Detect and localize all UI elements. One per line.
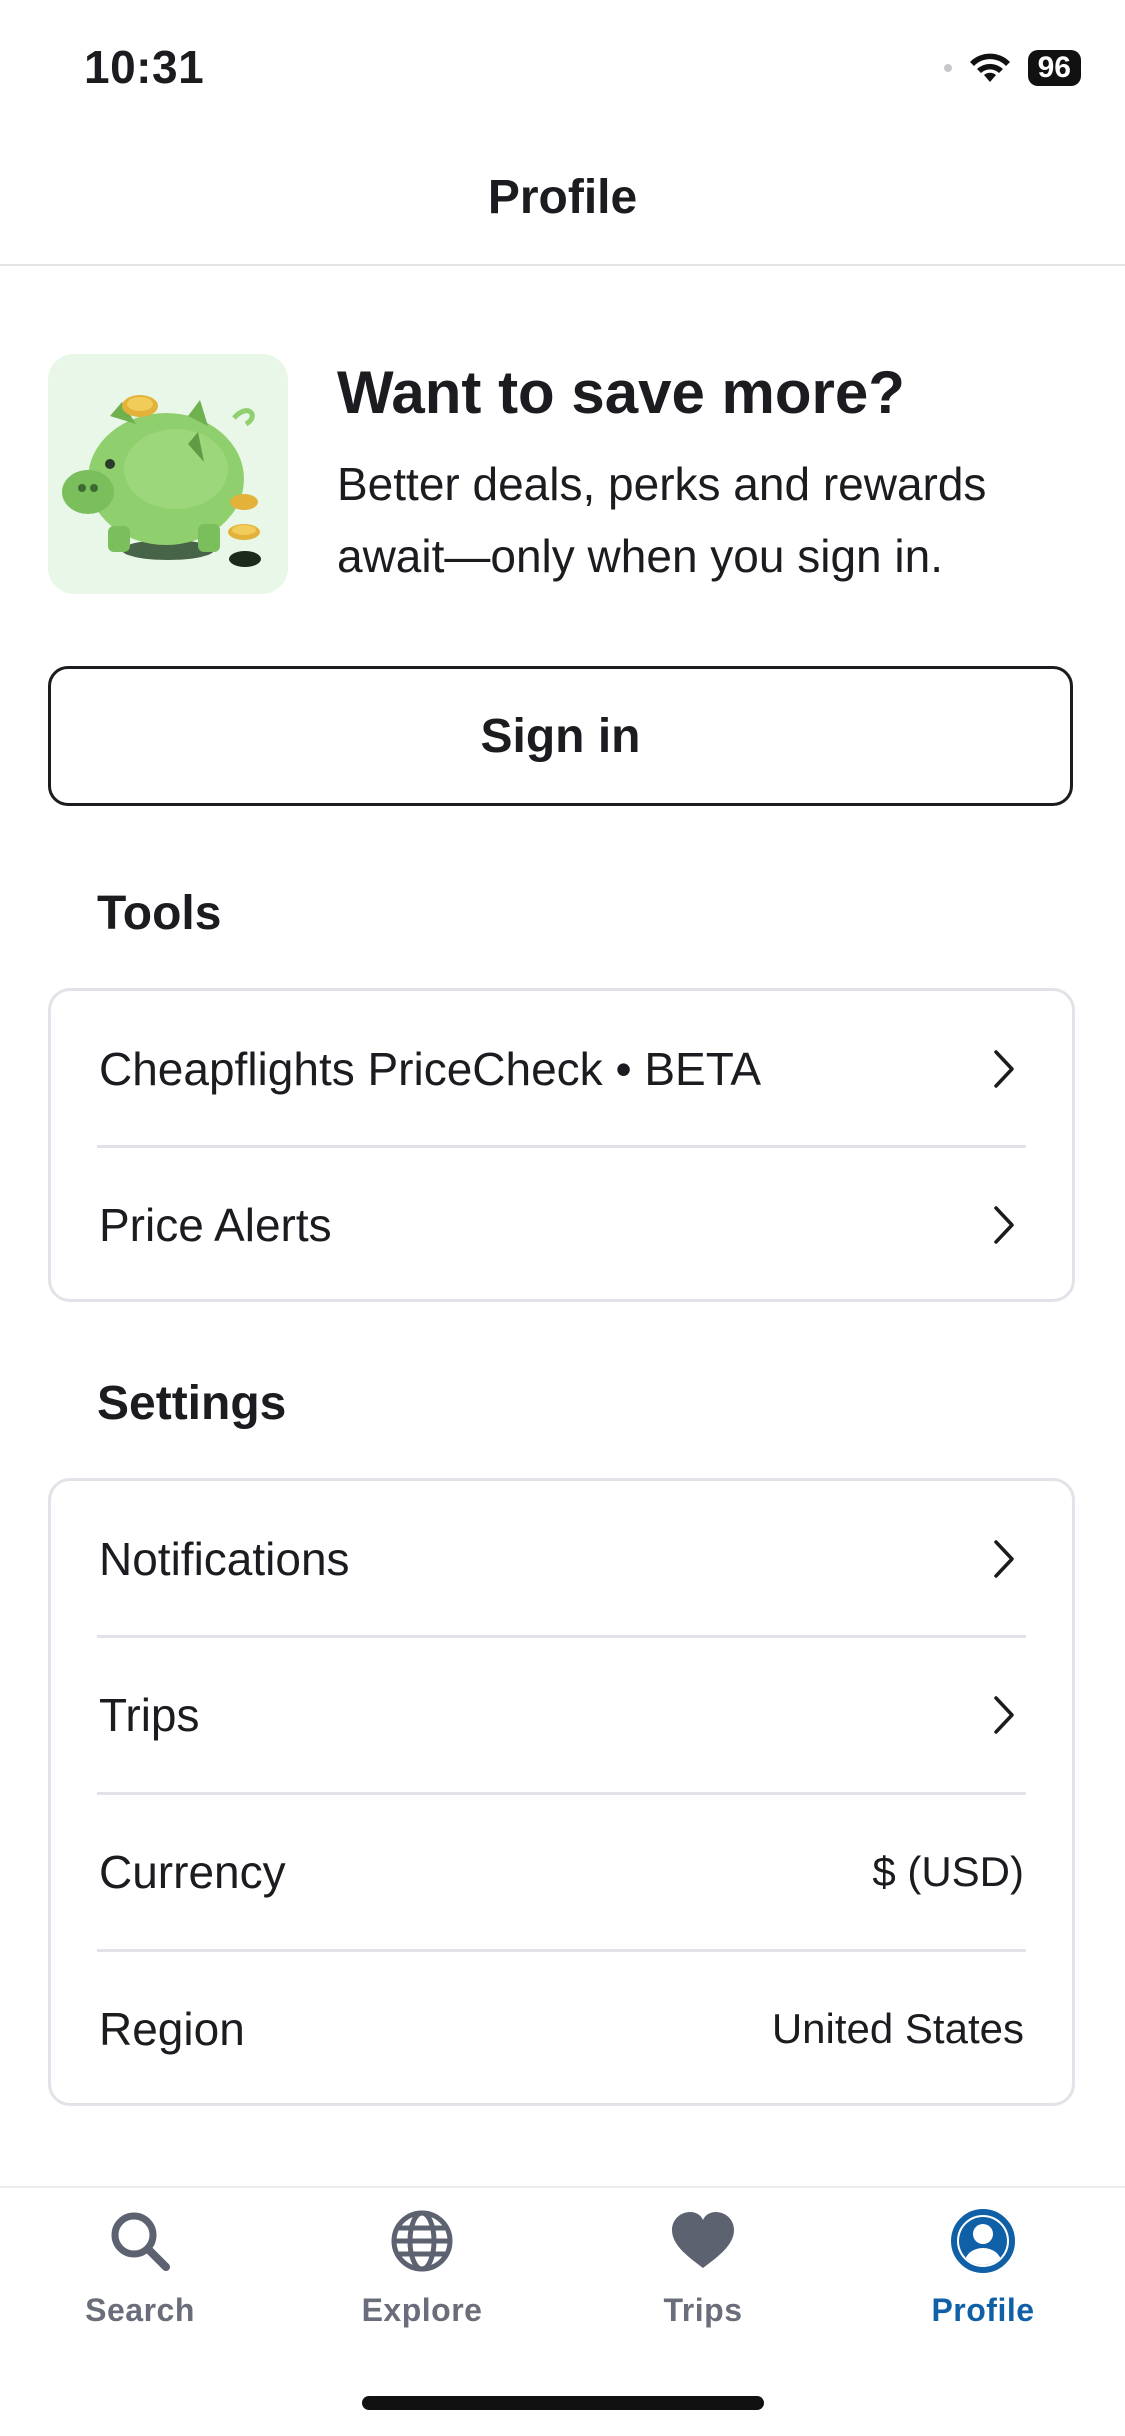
tools-card: Cheapflights PriceCheck • BETA Price Ale… bbox=[48, 988, 1075, 1302]
profile-icon bbox=[951, 2209, 1015, 2273]
settings-item-label: Region bbox=[99, 2003, 245, 2055]
tools-section-title: Tools bbox=[97, 887, 222, 940]
home-indicator bbox=[362, 2396, 764, 2410]
piggy-bank-illustration bbox=[48, 354, 288, 594]
header-divider bbox=[0, 264, 1125, 266]
settings-item-label: Notifications bbox=[99, 1533, 350, 1585]
tab-trips[interactable]: Trips bbox=[603, 2206, 803, 2329]
tabbar-divider bbox=[0, 2186, 1125, 2188]
wifi-icon bbox=[969, 53, 1010, 82]
chevron-right-icon bbox=[984, 1695, 1024, 1735]
settings-item-label: Currency bbox=[99, 1846, 286, 1898]
chevron-right-icon bbox=[984, 1049, 1024, 1089]
chevron-right-icon bbox=[984, 1205, 1024, 1245]
settings-card: Notifications Trips Currency $ (USD) Reg… bbox=[48, 1478, 1075, 2106]
heart-icon bbox=[672, 2212, 734, 2268]
settings-item-trips[interactable]: Trips bbox=[99, 1637, 1024, 1793]
globe-icon bbox=[391, 2210, 453, 2272]
tab-label: Search bbox=[85, 2292, 195, 2328]
sign-in-button[interactable]: Sign in bbox=[48, 666, 1073, 806]
page-title: Profile bbox=[487, 171, 638, 224]
tools-item-label: Price Alerts bbox=[99, 1199, 332, 1251]
settings-item-label: Trips bbox=[99, 1689, 200, 1741]
status-time: 10:31 bbox=[84, 41, 205, 93]
settings-section-title: Settings bbox=[97, 1377, 287, 1430]
tab-explore[interactable]: Explore bbox=[322, 2206, 522, 2329]
tools-item-price-alerts[interactable]: Price Alerts bbox=[99, 1147, 1024, 1303]
tab-label: Explore bbox=[361, 2292, 483, 2328]
settings-item-notifications[interactable]: Notifications bbox=[99, 1481, 1024, 1637]
tab-profile[interactable]: Profile bbox=[883, 2206, 1083, 2329]
dot-indicator bbox=[943, 64, 952, 72]
chevron-right-icon bbox=[984, 1539, 1024, 1579]
tools-item-pricecheck[interactable]: Cheapflights PriceCheck • BETA bbox=[99, 991, 1024, 1147]
settings-item-currency[interactable]: Currency $ (USD) bbox=[99, 1794, 1024, 1950]
settings-item-region[interactable]: Region United States bbox=[99, 1951, 1024, 2107]
region-value: United States bbox=[771, 2005, 1024, 2052]
status-indicators: 96 bbox=[943, 50, 1081, 86]
search-icon bbox=[111, 2212, 170, 2271]
promo-body: Better deals, perks and rewards await—on… bbox=[337, 458, 987, 582]
tab-search[interactable]: Search bbox=[40, 2206, 240, 2329]
promo-title: Want to save more? bbox=[337, 359, 905, 426]
battery-indicator: 96 bbox=[1027, 50, 1081, 86]
tab-label: Trips bbox=[663, 2292, 743, 2328]
tools-item-label: Cheapflights PriceCheck • BETA bbox=[99, 1043, 762, 1095]
tab-label: Profile bbox=[931, 2292, 1035, 2328]
currency-value: $ (USD) bbox=[872, 1848, 1024, 1895]
